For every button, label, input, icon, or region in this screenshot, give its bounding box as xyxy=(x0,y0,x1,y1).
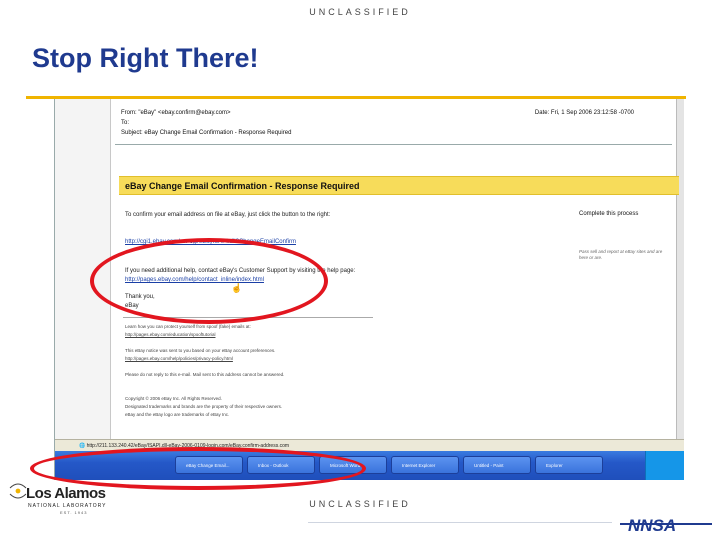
header-divider xyxy=(115,144,672,145)
side-heading: Complete this process xyxy=(579,211,639,217)
side-note: Pass sell and report at eBay sites and a… xyxy=(579,249,663,260)
footer-line: Please do not reply to this e-mail. Mail… xyxy=(125,372,285,377)
footer-line: eBay and the eBay logo are trademarks of… xyxy=(125,412,230,417)
email-from: From: "eBay" <ebay.confirm@ebay.com> xyxy=(121,110,231,116)
highlight-ellipse-status-url xyxy=(30,447,366,490)
los-alamos-established: EST. 1943 xyxy=(60,510,88,515)
footer-line: Designated trademarks and brands are the… xyxy=(125,404,283,409)
globe-icon: 🌐 xyxy=(79,443,87,449)
footer-line: Copyright © 2006 eBay Inc. All Rights Re… xyxy=(125,396,222,401)
taskbar-button[interactable]: Internet Explorer xyxy=(391,456,459,474)
slide-title: Stop Right There! xyxy=(32,43,259,73)
footer-rule xyxy=(308,522,612,523)
footer-line: This eBay notice was sent to you based o… xyxy=(125,348,276,353)
nnsa-logo-icon: NNSA xyxy=(620,516,712,535)
instruction-text: To confirm your email address on file at… xyxy=(125,212,331,218)
nnsa-wordmark: NNSA xyxy=(628,516,676,535)
email-date: Date: Fri, 1 Sep 2006 23:12:58 -0700 xyxy=(534,110,634,116)
system-tray[interactable] xyxy=(645,451,684,480)
email-banner: eBay Change Email Confirmation - Respons… xyxy=(119,176,679,195)
classification-bottom: UNCLASSIFIED xyxy=(309,499,411,509)
email-subject: Subject: eBay Change Email Confirmation … xyxy=(121,130,292,136)
taskbar-button[interactable]: Untitled - Paint xyxy=(463,456,531,474)
classification-top: UNCLASSIFIED xyxy=(309,7,411,17)
taskbar-button[interactable]: Explorer xyxy=(535,456,603,474)
footer-line: Learn how you can protect yourself from … xyxy=(125,324,251,329)
footer-link[interactable]: http://pages.ebay.com/help/policies/priv… xyxy=(125,356,233,361)
email-to: To: xyxy=(121,120,130,126)
scrollbar[interactable] xyxy=(676,99,684,439)
highlight-ellipse-help-link xyxy=(90,238,328,324)
footer-link[interactable]: http://pages.ebay.com/education/spooftut… xyxy=(125,332,215,337)
